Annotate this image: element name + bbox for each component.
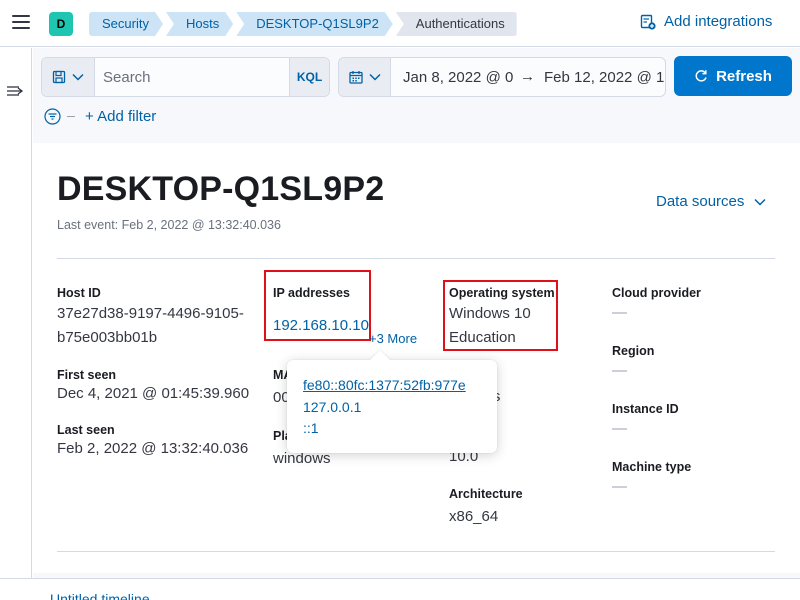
first-seen-label: First seen [57,368,117,382]
top-header: D Security Hosts DESKTOP-Q1SL9P2 Authent… [0,0,800,47]
popover-ip-link[interactable]: fe80::80fc:1377:52fb:977e [303,377,466,393]
refresh-button[interactable]: Refresh [674,56,792,96]
start-date[interactable]: Jan 8, 2022 @ 0 [403,69,513,86]
cloud-provider-label: Cloud provider [612,286,701,300]
add-integrations-link[interactable]: Add integrations [640,13,772,30]
query-bar: KQL [41,57,330,97]
saved-query-button[interactable] [42,58,95,96]
breadcrumb: Security Hosts DESKTOP-Q1SL9P2 Authentic… [89,12,520,36]
chevron-down-icon [754,198,766,206]
breadcrumb-hosts[interactable]: Hosts [166,12,233,36]
end-date[interactable]: Feb 12, 2022 @ 1 [544,69,664,86]
last-seen-value: Feb 2, 2022 @ 13:32:40.036 [57,440,249,457]
chevron-down-icon [72,73,84,81]
machine-type-label: Machine type [612,460,692,474]
kql-toggle[interactable]: KQL [289,58,329,96]
host-id-value-line1: 37e27d38-9197-4496-9105- [57,305,244,322]
calendar-icon [348,71,363,84]
breadcrumb-security[interactable]: Security [89,12,163,36]
search-input[interactable] [95,58,291,96]
divider [57,551,775,552]
arrow-right-icon: → [520,68,535,85]
chevron-down-icon [368,73,381,81]
data-sources-dropdown[interactable]: Data sources [656,193,766,210]
last-event-text: Last event: Feb 2, 2022 @ 13:32:40.036 [57,218,281,232]
page-title: DESKTOP-Q1SL9P2 [57,170,385,208]
divider [57,258,775,259]
ip-address-link[interactable]: 192.168.10.10 [273,314,369,338]
os-value-line1: Windows 10 [449,305,531,322]
popover-ip-link[interactable]: 127.0.0.1 [303,399,361,415]
architecture-label: Architecture [449,487,523,501]
last-seen-label: Last seen [57,423,115,437]
timeline-title[interactable]: Untitled timeline [50,591,150,600]
expand-nav-icon[interactable] [6,84,24,98]
timeline-bar[interactable]: Untitled timeline [0,578,800,600]
filter-icon[interactable] [44,108,61,125]
add-integrations-icon [640,14,656,30]
more-ips-button[interactable]: +3 More [369,331,417,346]
date-picker: Jan 8, 2022 @ 0 → Feb 12, 2022 @ 1 [338,57,666,97]
cloud-provider-value: — [612,304,627,321]
host-id-value-line2: b75e003bb01b [57,329,158,346]
space-avatar[interactable]: D [49,12,73,36]
instance-id-label: Instance ID [612,402,679,416]
more-ips-popover: fe80::80fc:1377:52fb:977e 127.0.0.1 ::1 [287,350,497,453]
machine-type-value: — [612,478,627,495]
instance-id-value: — [612,420,627,437]
filter-bar: + Add filter [44,108,156,125]
data-sources-label: Data sources [656,193,745,210]
ip-addresses-label: IP addresses [273,286,350,300]
add-integrations-label: Add integrations [664,13,773,30]
popover-ip-link[interactable]: ::1 [303,420,319,436]
add-filter-button[interactable]: + Add filter [85,108,156,125]
os-label: Operating system [449,286,555,300]
refresh-icon [695,70,707,82]
quick-select-button[interactable] [339,58,391,96]
region-value: — [612,362,627,379]
breadcrumb-host-name[interactable]: DESKTOP-Q1SL9P2 [236,12,393,36]
host-id-label: Host ID [57,286,101,300]
side-nav [0,48,32,600]
save-icon [52,70,66,84]
region-label: Region [612,344,655,358]
first-seen-value: Dec 4, 2021 @ 01:45:39.960 [57,385,250,402]
breadcrumb-authentications: Authentications [395,12,517,36]
refresh-label: Refresh [716,67,772,85]
menu-icon[interactable] [12,15,30,31]
architecture-value: x86_64 [449,508,499,525]
divider [67,116,75,117]
os-value-line2: Education [449,329,516,346]
